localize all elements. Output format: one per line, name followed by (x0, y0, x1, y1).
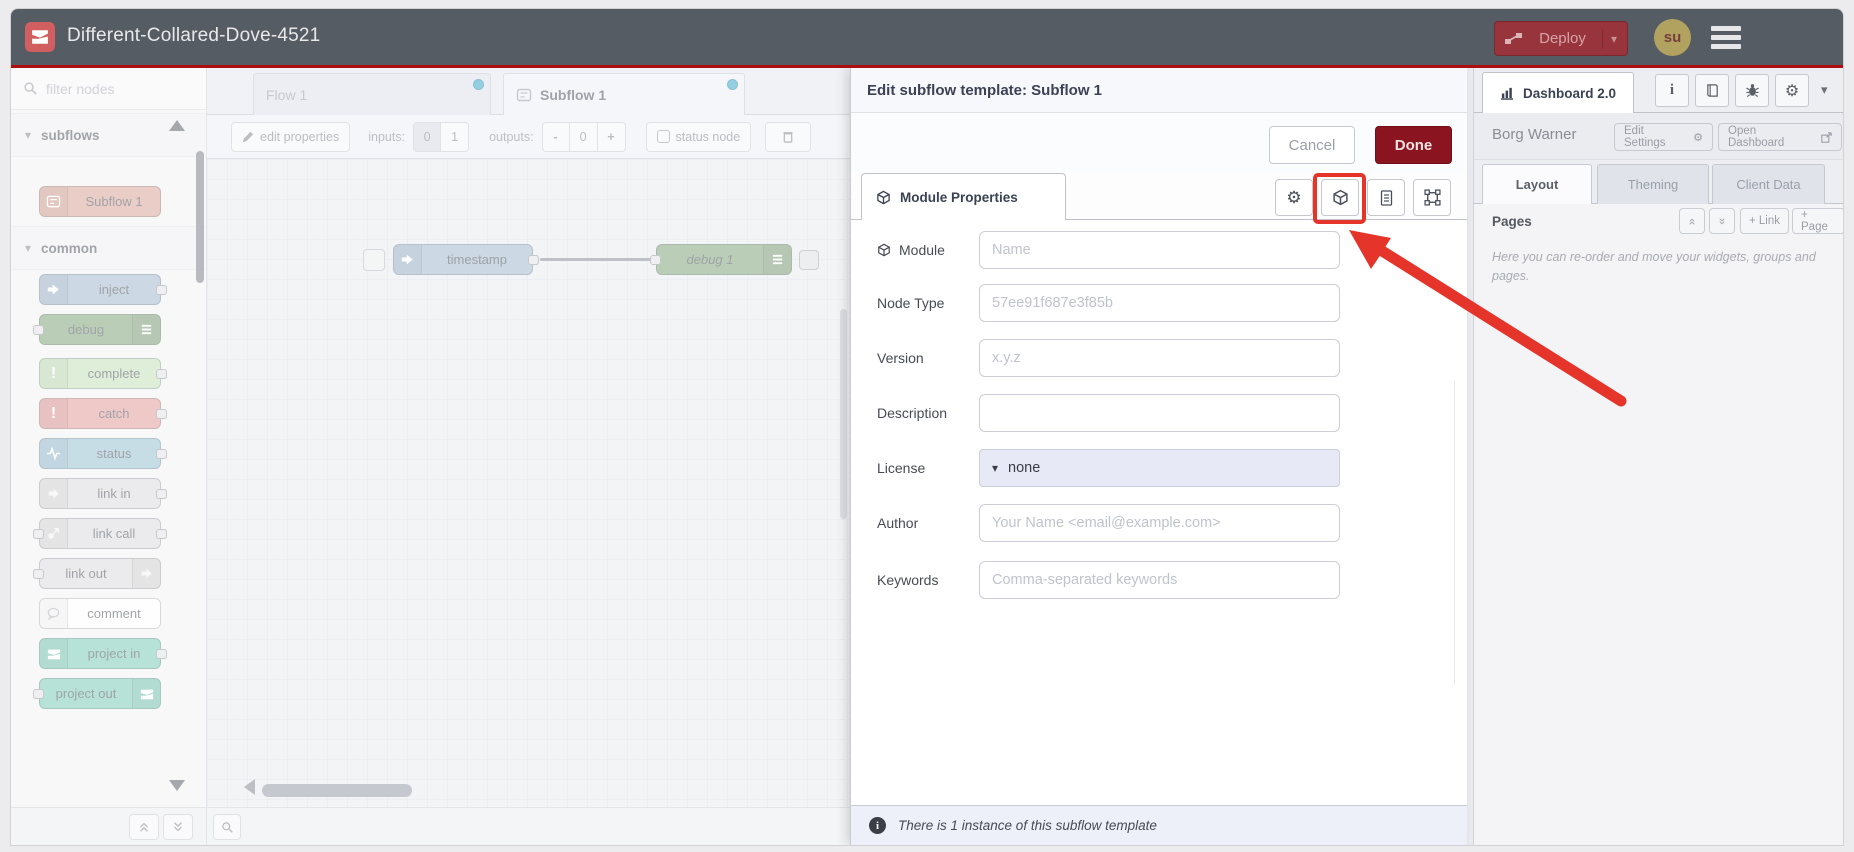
license-select[interactable]: ▾ none (979, 449, 1340, 487)
right-sidebar: Dashboard 2.0 i ⚙ ▾ Borg Warner Edit Set… (1473, 68, 1843, 845)
description-button[interactable] (1367, 179, 1405, 216)
tab-dashboard-2[interactable]: Dashboard 2.0 (1482, 72, 1634, 113)
sidebar-tab-row: Dashboard 2.0 i ⚙ ▾ (1474, 68, 1843, 113)
instance-count-text: There is 1 instance of this subflow temp… (898, 818, 1157, 833)
header-accent-line (11, 65, 1843, 68)
subflow-properties-button[interactable]: ⚙ (1275, 179, 1313, 216)
bar-chart-icon (1500, 87, 1514, 100)
edit-panel-footer: i There is 1 instance of this subflow te… (851, 805, 1467, 845)
author-field-label: Author (877, 515, 919, 531)
edit-subflow-panel: Edit subflow template: Subflow 1 Cancel … (850, 68, 1467, 845)
keywords-field-label: Keywords (877, 572, 939, 588)
version-field-label: Version (877, 350, 924, 366)
chevron-up-double-icon (1689, 218, 1695, 225)
pages-help-text: Here you can re-order and move your widg… (1492, 250, 1816, 284)
module-properties-button[interactable] (1321, 179, 1359, 216)
project-name: Borg Warner (1492, 126, 1577, 143)
module-properties-form: Module Node Type Version Description Lic… (851, 220, 1467, 805)
form-scrollbar-track (1454, 380, 1455, 685)
deploy-button[interactable]: Deploy ▾ (1494, 21, 1628, 56)
edit-panel-button-row: Cancel Done (851, 113, 1467, 171)
module-name-input[interactable] (979, 231, 1340, 269)
done-button[interactable]: Done (1375, 126, 1452, 164)
add-link-button[interactable]: + Link (1740, 208, 1790, 234)
info-icon: i (869, 817, 886, 834)
workspace-title: Different-Collared-Dove-4521 (67, 25, 321, 46)
book-icon (1706, 84, 1718, 97)
deploy-icon (1505, 32, 1522, 44)
dashboard-project-row: Borg Warner Edit Settings ⚙ Open Dashboa… (1474, 113, 1843, 160)
edit-panel-tabstrip: Module Properties ⚙ (851, 171, 1467, 220)
gear-icon: ⚙ (1784, 82, 1800, 100)
document-icon (1380, 189, 1392, 206)
description-field-label: Description (877, 405, 948, 421)
gear-icon: ⚙ (1693, 131, 1703, 144)
main-menu-icon[interactable] (1711, 26, 1741, 49)
external-link-icon (1821, 131, 1832, 143)
deploy-label: Deploy (1539, 30, 1586, 47)
tab-client-data[interactable]: Client Data (1712, 164, 1825, 204)
edit-settings-button[interactable]: Edit Settings ⚙ (1614, 123, 1713, 151)
node-red-window: Different-Collared-Dove-4521 Deploy ▾ su… (10, 8, 1844, 846)
tab-layout[interactable]: Layout (1482, 164, 1592, 204)
pages-collapse-button[interactable] (1679, 208, 1705, 234)
sidebar-menu-caret-icon[interactable]: ▾ (1821, 82, 1828, 98)
keywords-input[interactable] (979, 561, 1340, 599)
pages-heading: Pages (1492, 214, 1532, 229)
config-sidebar-button[interactable]: ⚙ (1775, 74, 1809, 107)
version-input[interactable] (979, 339, 1340, 377)
cube-icon (877, 190, 890, 204)
dashboard-subtabs: Layout Theming Client Data (1474, 160, 1843, 204)
open-dashboard-button[interactable]: Open Dashboard (1718, 123, 1842, 151)
tab-module-properties[interactable]: Module Properties (861, 173, 1066, 220)
node-red-logo-icon (25, 22, 55, 52)
appearance-button[interactable] (1413, 179, 1451, 216)
module-field-label: Module (877, 231, 977, 269)
node-type-input[interactable] (979, 284, 1340, 322)
node-type-field-label: Node Type (877, 295, 945, 311)
edit-shade-overlay (11, 68, 850, 845)
tab-theming[interactable]: Theming (1597, 164, 1709, 204)
info-icon: i (1669, 82, 1675, 98)
deploy-options-caret-icon[interactable]: ▾ (1601, 28, 1617, 49)
author-input[interactable] (979, 504, 1340, 542)
cancel-button[interactable]: Cancel (1269, 126, 1355, 164)
add-page-button[interactable]: + Page (1792, 208, 1843, 234)
edit-panel-title: Edit subflow template: Subflow 1 (851, 68, 1467, 113)
chevron-down-double-icon (1719, 217, 1725, 224)
pages-expand-button[interactable] (1709, 208, 1735, 234)
cube-icon (878, 243, 890, 257)
debug-sidebar-button[interactable] (1735, 74, 1769, 107)
info-sidebar-button[interactable]: i (1655, 74, 1689, 107)
cube-icon (1332, 189, 1348, 206)
help-sidebar-button[interactable] (1695, 74, 1729, 107)
bug-icon (1745, 84, 1759, 98)
selection-frame-icon (1423, 189, 1441, 206)
user-avatar[interactable]: su (1654, 19, 1691, 56)
gear-icon: ⚙ (1286, 187, 1302, 207)
license-field-label: License (877, 460, 926, 476)
description-input[interactable] (979, 394, 1340, 432)
app-header: Different-Collared-Dove-4521 Deploy ▾ su (11, 9, 1843, 65)
chevron-down-icon: ▾ (992, 461, 999, 475)
